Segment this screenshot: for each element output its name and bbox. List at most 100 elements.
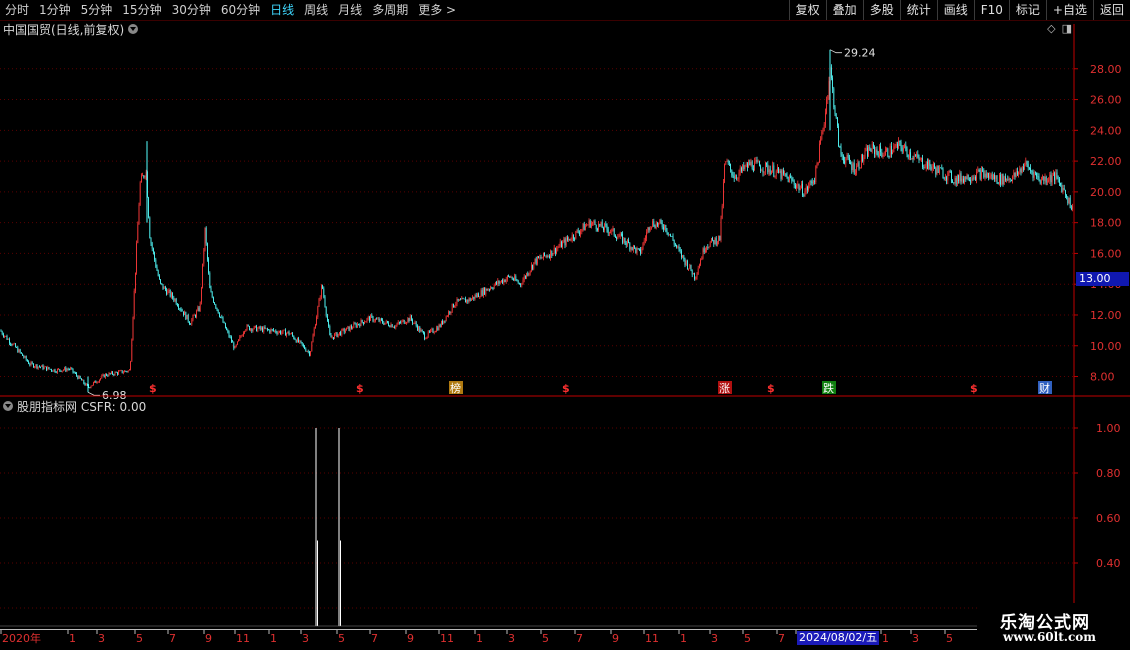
candle-body [125, 370, 127, 372]
candle-body [687, 260, 688, 269]
candle-body [808, 186, 809, 191]
candle-body [582, 223, 584, 230]
candle-body [131, 339, 133, 362]
candle-body [526, 273, 527, 278]
candle-body [505, 279, 507, 282]
candle-body [1069, 197, 1071, 209]
candle-body [919, 158, 921, 161]
date-label: 1 [270, 632, 277, 645]
candle-body [310, 351, 311, 356]
candle-body [661, 222, 663, 228]
candle-body [984, 173, 986, 178]
candle-body [348, 326, 350, 331]
candle-body [319, 297, 321, 299]
candle-body [391, 324, 393, 328]
candle-body [340, 332, 341, 336]
candle-body [221, 316, 223, 318]
candle-body [841, 154, 843, 157]
candle-body [892, 151, 893, 155]
candle-body [144, 176, 146, 178]
candle-body [927, 161, 928, 169]
candle-body [987, 172, 988, 178]
candle-body [409, 315, 411, 321]
candle-body [402, 320, 404, 322]
candle-body [390, 324, 392, 328]
candle-body [349, 326, 351, 331]
candle-body [501, 280, 502, 282]
candle-body [436, 327, 437, 332]
indicator-tick-label: 0.40 [1096, 557, 1121, 570]
candle-body [22, 353, 23, 356]
candle-body [361, 319, 363, 323]
candle-body [105, 373, 106, 378]
candle-body [225, 322, 226, 329]
candle-body [90, 386, 92, 388]
candle-body [705, 249, 706, 253]
candle-body [345, 330, 346, 333]
candle-body [111, 371, 112, 374]
candle-body [985, 173, 987, 178]
candle-body [617, 237, 619, 240]
candle-body [904, 144, 905, 149]
candle-body [839, 146, 841, 148]
candle-body [173, 297, 175, 301]
candle-body [979, 170, 981, 180]
candle-body [1025, 161, 1027, 166]
candle-body [743, 165, 745, 170]
date-label: 5 [338, 632, 345, 645]
candle-body [233, 342, 235, 349]
candle-body [41, 365, 43, 367]
candle-body [655, 222, 657, 229]
candle-body [471, 298, 472, 301]
candle-body [179, 308, 181, 310]
candle-body [677, 246, 679, 248]
candle-body [378, 318, 380, 322]
candle-body [231, 337, 232, 342]
kline-chart-canvas[interactable]: 29.246.98 $$榜$涨$跌$财 8.0010.0012.0014.001… [0, 0, 1130, 650]
candle-body [96, 382, 98, 384]
candle-body [613, 228, 615, 236]
candle-body [598, 223, 599, 231]
candle-body [963, 178, 964, 183]
candle-body [855, 172, 856, 174]
candle-body [127, 370, 129, 372]
candle-body [234, 346, 236, 349]
candle-body [270, 329, 272, 333]
candle-body [952, 180, 953, 183]
candle-body [510, 277, 512, 278]
candle-body [531, 264, 532, 271]
event-marker: 跌 [823, 381, 834, 395]
candle-body [429, 331, 430, 333]
candle-body [895, 143, 897, 146]
candle-body [802, 183, 803, 196]
candle-body [537, 256, 538, 264]
candle-body [571, 234, 573, 241]
candle-body [503, 279, 505, 284]
candle-body [450, 311, 452, 314]
candle-body [497, 280, 499, 285]
candle-body [347, 326, 349, 328]
candle-body [588, 220, 590, 225]
candle-body [589, 220, 591, 228]
candle-body [675, 244, 676, 246]
candle-body [544, 252, 545, 256]
candle-body [885, 150, 886, 156]
candle-body [977, 169, 979, 172]
candle-body [755, 160, 757, 162]
candle-body [678, 246, 680, 250]
candle-body [491, 287, 493, 289]
candle-body [840, 147, 842, 155]
candle-body [970, 180, 971, 182]
candle-body [483, 288, 484, 296]
candle-body [433, 332, 435, 334]
chevron-down-icon[interactable] [3, 401, 13, 411]
candle-body [18, 349, 20, 353]
candle-body [1015, 170, 1017, 177]
candle-body [331, 337, 333, 338]
candle-body [663, 227, 664, 230]
candle-body [5, 335, 7, 337]
candle-body [804, 191, 806, 196]
candle-body [322, 285, 323, 289]
candle-body [645, 238, 646, 241]
candle-body [941, 167, 943, 170]
